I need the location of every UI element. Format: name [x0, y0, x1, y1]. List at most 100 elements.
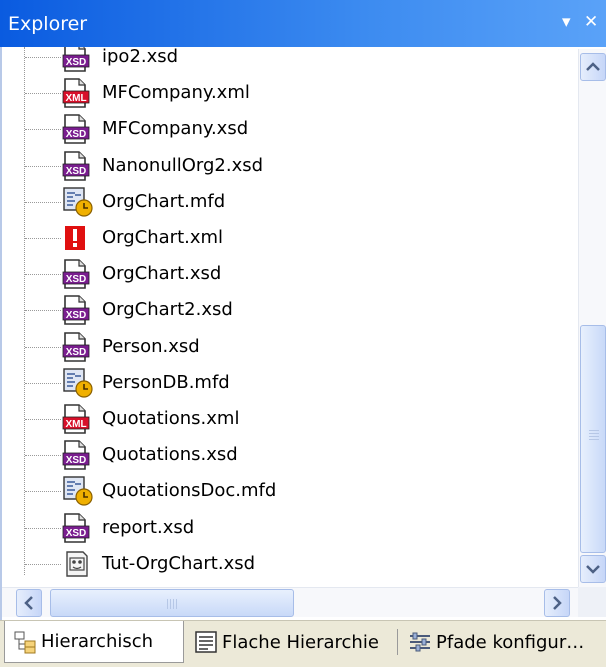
- svg-text:XSD: XSD: [66, 528, 87, 539]
- tree-item[interactable]: XSD NanonullOrg2.xsd: [2, 148, 572, 184]
- mfd-mapping-icon: [61, 367, 97, 399]
- tree-connector: [25, 455, 61, 457]
- tree-item[interactable]: Tut-OrgChart.xsd: [2, 546, 572, 582]
- file-tree: XSD ipo2.xsd XML MFCompany.xml XSD MFCompany.…: [2, 47, 578, 587]
- xsd-file-icon: XSD: [61, 294, 97, 326]
- tree-connector: [25, 93, 61, 95]
- svg-text:XML: XML: [65, 93, 86, 104]
- chevron-up-icon: [586, 62, 600, 71]
- tree-item[interactable]: XML Quotations.xml: [2, 401, 572, 437]
- tree-item[interactable]: XSD Quotations.xsd: [2, 437, 572, 473]
- tab-label: Flache Hierarchie: [222, 631, 379, 653]
- tree-item[interactable]: XSD MFCompany.xsd: [2, 111, 572, 147]
- schema-file-icon: [61, 548, 97, 580]
- xsd-file-icon: XSD: [61, 331, 97, 363]
- xsd-file-icon: XSD: [61, 439, 97, 471]
- tree-item[interactable]: XSD report.xsd: [2, 510, 572, 546]
- chevron-left-icon: [24, 596, 33, 610]
- horizontal-scroll-thumb[interactable]: [50, 589, 294, 617]
- tree-item-label: OrgChart2.xsd: [102, 299, 233, 321]
- tree-connector: [25, 382, 61, 384]
- tree-item[interactable]: XSD ipo2.xsd: [2, 47, 572, 75]
- tree-item-label: Quotations.xml: [102, 408, 240, 429]
- tree-item-label: ipo2.xsd: [102, 47, 179, 67]
- tree-connector: [25, 238, 61, 239]
- tree-connector: [25, 201, 61, 203]
- explorer-tab-bar: Hierarchisch Flache Hierarchie Pfade kon…: [0, 620, 606, 667]
- chevron-down-icon: [586, 565, 600, 574]
- scroll-up-button[interactable]: [580, 53, 606, 81]
- tree-item[interactable]: PersonDB.mfd: [2, 365, 572, 401]
- tree-item[interactable]: XML MFCompany.xml: [2, 75, 572, 111]
- xsd-file-icon: XSD: [61, 47, 97, 73]
- tree-item-label: OrgChart.xsd: [102, 263, 222, 285]
- tab-label: Pfade konfigur…: [436, 631, 585, 653]
- tree-item-label: OrgChart.mfd: [102, 190, 226, 212]
- scroll-down-button[interactable]: [580, 555, 606, 583]
- tree-item-label: PersonDB.mfd: [102, 371, 230, 393]
- svg-text:XSD: XSD: [66, 310, 87, 321]
- tree-connector: [25, 491, 61, 493]
- tree-connector: [25, 57, 61, 58]
- svg-text:XSD: XSD: [66, 129, 87, 140]
- tree-item[interactable]: QuotationsDoc.mfd: [2, 473, 572, 509]
- flat-list-icon: [195, 631, 217, 653]
- svg-text:XSD: XSD: [66, 166, 87, 177]
- xsd-file-icon: XSD: [61, 150, 97, 182]
- tab-label: Hierarchisch: [41, 631, 154, 652]
- mfd-mapping-icon: [61, 475, 97, 507]
- tree-item-label: MFCompany.xsd: [102, 118, 249, 140]
- tree-item[interactable]: XSD OrgChart.xsd: [2, 256, 572, 292]
- tab-flache-hierarchie[interactable]: Flache Hierarchie: [186, 621, 398, 663]
- explorer-title-bar: Explorer ▾ ✕: [0, 0, 606, 47]
- error-icon: [61, 222, 97, 254]
- vertical-scrollbar[interactable]: [578, 49, 606, 587]
- scroll-grip: [589, 430, 599, 442]
- tree-item[interactable]: XSD OrgChart2.xsd: [2, 292, 572, 328]
- svg-text:XML: XML: [65, 419, 86, 430]
- chevron-right-icon: [553, 596, 562, 610]
- configure-paths-icon: [410, 632, 430, 652]
- tree-item-label: Tut-OrgChart.xsd: [102, 552, 256, 574]
- xsd-file-icon: XSD: [61, 512, 97, 544]
- tree-item[interactable]: XSD Person.xsd: [2, 329, 572, 365]
- mfd-mapping-icon: [61, 186, 97, 218]
- tree-item-label: Quotations.xsd: [102, 444, 238, 466]
- svg-text:XSD: XSD: [66, 347, 87, 358]
- tree-item-label: Person.xsd: [102, 335, 200, 357]
- tree-item-label: NanonullOrg2.xsd: [102, 154, 264, 176]
- svg-text:XSD: XSD: [66, 274, 87, 285]
- tree-connector: [25, 346, 61, 348]
- tree-connector: [25, 419, 61, 420]
- tree-item-label: QuotationsDoc.mfd: [102, 480, 277, 502]
- horizontal-scrollbar[interactable]: [2, 587, 578, 617]
- xml-file-icon: XML: [61, 77, 97, 109]
- close-icon[interactable]: ✕: [584, 12, 598, 32]
- menu-dropdown-icon[interactable]: ▾: [562, 12, 571, 32]
- explorer-pane: XSD ipo2.xsd XML MFCompany.xml XSD MFCompany.…: [0, 47, 606, 620]
- xml-file-icon: XML: [61, 403, 97, 435]
- window-title: Explorer: [8, 12, 88, 35]
- scrollbar-corner: [578, 587, 606, 617]
- xsd-file-icon: XSD: [61, 113, 97, 145]
- vertical-scroll-thumb[interactable]: [580, 325, 606, 553]
- tree-connector: [25, 165, 61, 167]
- svg-text:XSD: XSD: [66, 455, 87, 466]
- tree-item[interactable]: OrgChart.mfd: [2, 184, 572, 220]
- scroll-grip: [167, 599, 179, 609]
- scroll-right-button[interactable]: [544, 589, 570, 617]
- tree-connector: [25, 563, 61, 565]
- tree-item-label: report.xsd: [102, 516, 195, 538]
- tree-item-label: OrgChart.xml: [102, 227, 224, 248]
- xsd-file-icon: XSD: [61, 258, 97, 290]
- tree-connector: [25, 527, 61, 529]
- tree-item[interactable]: OrgChart.xml: [2, 220, 572, 256]
- svg-text:XSD: XSD: [66, 57, 87, 68]
- tab-hierarchisch[interactable]: Hierarchisch: [4, 621, 184, 663]
- tab-pfade-konfigurieren[interactable]: Pfade konfigur…: [400, 621, 604, 663]
- hierarchy-icon: [14, 631, 36, 653]
- tree-connector: [25, 129, 61, 131]
- scroll-left-button[interactable]: [16, 589, 42, 617]
- tree-connector: [25, 310, 61, 312]
- tree-connector: [25, 274, 61, 276]
